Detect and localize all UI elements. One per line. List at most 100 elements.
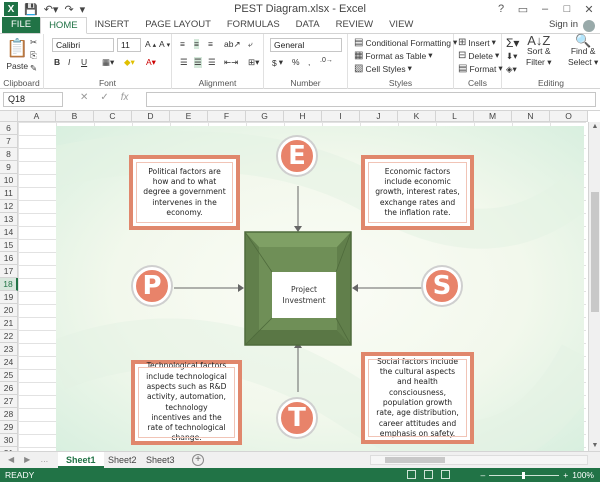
bold-button[interactable]: B (54, 57, 60, 67)
grow-font-icon[interactable]: A ▴ (145, 39, 156, 49)
increase-decimal-icon[interactable]: .0→ (320, 57, 333, 64)
tab-file[interactable]: FILE (2, 17, 41, 33)
row-header[interactable]: 9 (0, 161, 18, 174)
merge-center-icon[interactable]: ⊞▾ (248, 57, 259, 68)
format-painter-icon[interactable]: ✎ (30, 63, 37, 74)
row-header[interactable]: 30 (0, 434, 18, 447)
column-header[interactable]: K (398, 111, 436, 122)
normal-view-icon[interactable] (407, 470, 416, 479)
technological-text-box[interactable]: Technological factors include technologi… (131, 360, 242, 445)
page-break-view-icon[interactable] (441, 470, 450, 479)
orientation-icon[interactable]: ab↗ (224, 39, 241, 50)
row-header[interactable]: 19 (0, 291, 18, 304)
sheet-tab-3[interactable]: Sheet3 (138, 452, 183, 468)
social-letter-badge[interactable]: S (423, 267, 461, 305)
font-name-select[interactable]: Calibri (52, 38, 114, 52)
row-header[interactable]: 8 (0, 148, 18, 161)
zoom-level[interactable]: 100% (572, 470, 594, 480)
row-header[interactable]: 27 (0, 395, 18, 408)
format-as-table-button[interactable]: ▦ Format as Table ▾ (354, 50, 433, 61)
zoom-slider[interactable] (489, 471, 560, 479)
column-header[interactable]: G (246, 111, 284, 122)
column-header[interactable]: A (18, 111, 56, 122)
horizontal-scroll-thumb[interactable] (385, 457, 445, 463)
zoom-out-icon[interactable]: – (481, 470, 486, 480)
shrink-font-icon[interactable]: A ▾ (159, 39, 170, 49)
row-header[interactable]: 22 (0, 330, 18, 343)
help-button[interactable]: ? (490, 0, 512, 18)
scroll-down-icon[interactable]: ▼ (589, 441, 600, 451)
zoom-slider-knob[interactable] (522, 471, 526, 479)
percent-button[interactable]: % (292, 57, 300, 67)
avatar[interactable] (583, 20, 595, 32)
tab-page-layout[interactable]: PAGE LAYOUT (137, 17, 219, 33)
cut-icon[interactable]: ✂ (30, 37, 37, 48)
row-header[interactable]: 15 (0, 239, 18, 252)
pest-diagram[interactable]: Project Investment E P S T Political fac… (56, 126, 584, 451)
cancel-icon[interactable]: ✕ (80, 92, 88, 103)
column-header[interactable]: E (170, 111, 208, 122)
row-header[interactable]: 7 (0, 135, 18, 148)
row-header[interactable]: 25 (0, 369, 18, 382)
political-letter-badge[interactable]: P (133, 267, 171, 305)
name-box[interactable]: Q18 (3, 92, 63, 107)
delete-cells-button[interactable]: ⊟ Delete ▾ (458, 50, 499, 61)
row-header[interactable]: 20 (0, 304, 18, 317)
row-header[interactable]: 13 (0, 213, 18, 226)
middle-align-icon[interactable]: ≡ (194, 39, 199, 49)
sheet-tab-1[interactable]: Sheet1 (58, 452, 104, 468)
undo-icon[interactable]: ↶▾ (44, 3, 59, 16)
horizontal-scrollbar[interactable] (370, 455, 588, 465)
row-header[interactable]: 10 (0, 174, 18, 187)
vertical-scroll-thumb[interactable] (591, 192, 599, 312)
indent-icon[interactable]: ⇤⇥ (224, 57, 238, 68)
sign-in-link[interactable]: Sign in (549, 19, 578, 30)
currency-button[interactable]: $ ▾ (272, 57, 283, 68)
sort-filter-button[interactable]: A↓Z Sort & Filter ▾ (526, 34, 552, 67)
close-button[interactable]: ✕ (578, 0, 600, 18)
insert-cells-button[interactable]: ⊞ Insert ▾ (458, 37, 496, 48)
social-text-box[interactable]: Social factors include the cultural aspe… (361, 352, 474, 444)
underline-button[interactable]: U (81, 57, 87, 67)
sheet-more-icon[interactable]: … (40, 455, 48, 464)
ribbon-display-button[interactable]: ▭ (512, 0, 534, 18)
top-align-icon[interactable]: ≡ (180, 39, 185, 49)
fill-icon[interactable]: ⬇▾ (506, 51, 517, 62)
technological-letter-badge[interactable]: T (278, 399, 316, 437)
wrap-text-icon[interactable]: ⤶ (248, 39, 253, 50)
column-header[interactable]: B (56, 111, 94, 122)
find-select-button[interactable]: 🔍 Find & Select ▾ (568, 34, 598, 67)
column-header[interactable]: M (474, 111, 512, 122)
zoom-in-icon[interactable]: + (563, 470, 568, 480)
align-left-icon[interactable]: ☰ (180, 57, 188, 68)
column-header[interactable]: N (512, 111, 550, 122)
row-header[interactable]: 28 (0, 408, 18, 421)
font-color-icon[interactable]: A▾ (146, 57, 156, 68)
tab-data[interactable]: DATA (288, 17, 328, 33)
align-right-icon[interactable]: ☰ (208, 57, 216, 68)
comma-button[interactable]: , (308, 57, 310, 67)
column-header[interactable]: J (360, 111, 398, 122)
column-header[interactable]: O (550, 111, 588, 122)
autosum-icon[interactable]: Σ▾ (506, 36, 519, 50)
select-all-corner[interactable] (0, 111, 18, 122)
row-header[interactable]: 29 (0, 421, 18, 434)
cell-styles-button[interactable]: ▧ Cell Styles ▾ (354, 63, 412, 74)
minimize-button[interactable]: – (534, 0, 556, 18)
row-header[interactable]: 6 (0, 122, 18, 135)
sheet-next-icon[interactable]: ▶ (24, 455, 30, 464)
column-header[interactable]: H (284, 111, 322, 122)
tab-formulas[interactable]: FORMULAS (219, 17, 288, 33)
clear-icon[interactable]: ◈▾ (506, 64, 517, 75)
page-layout-view-icon[interactable] (424, 470, 433, 479)
bottom-align-icon[interactable]: ≡ (208, 39, 213, 49)
column-header[interactable]: F (208, 111, 246, 122)
align-center-icon[interactable]: ☰ (194, 57, 202, 68)
row-header[interactable]: 18 (0, 278, 18, 291)
font-size-select[interactable]: 11 (117, 38, 141, 52)
row-header[interactable]: 12 (0, 200, 18, 213)
conditional-formatting-button[interactable]: ▤ Conditional Formatting ▾ (354, 37, 457, 48)
vertical-scrollbar[interactable]: ▲ ▼ (588, 122, 600, 451)
economic-letter-badge[interactable]: E (278, 137, 316, 175)
tab-home[interactable]: HOME (40, 17, 87, 34)
